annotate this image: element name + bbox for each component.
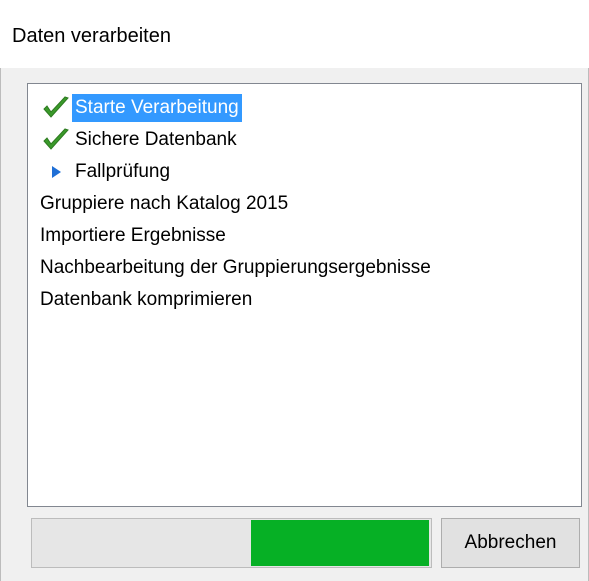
list-item[interactable]: Sichere Datenbank bbox=[40, 124, 240, 156]
progress-bar bbox=[31, 518, 432, 568]
list-item-label: Starte Verarbeitung bbox=[72, 94, 242, 122]
arrow-right-icon bbox=[40, 156, 72, 188]
check-icon bbox=[40, 92, 72, 124]
list-item-label: Gruppiere nach Katalog 2015 bbox=[40, 193, 289, 214]
dialog-window: Daten verarbeiten Starte Verarbeitung Si… bbox=[0, 0, 589, 581]
list-item[interactable]: Gruppiere nach Katalog 2015 bbox=[28, 188, 291, 220]
list-item-label: Datenbank komprimieren bbox=[40, 289, 253, 310]
title-bar: Daten verarbeiten bbox=[0, 0, 589, 68]
list-item-label: Sichere Datenbank bbox=[75, 129, 237, 150]
list-item[interactable]: Importiere Ergebnisse bbox=[28, 220, 229, 252]
cancel-button[interactable]: Abbrechen bbox=[441, 518, 580, 568]
list-item[interactable]: Starte Verarbeitung bbox=[40, 92, 242, 124]
list-item[interactable]: Datenbank komprimieren bbox=[28, 284, 255, 316]
list-item[interactable]: Fallprüfung bbox=[40, 156, 173, 188]
list-item[interactable]: Nachbearbeitung der Gruppierungsergebnis… bbox=[28, 252, 434, 284]
list-item-label: Nachbearbeitung der Gruppierungsergebnis… bbox=[40, 257, 431, 278]
window-title: Daten verarbeiten bbox=[12, 25, 171, 47]
list-item-label: Importiere Ergebnisse bbox=[40, 225, 226, 246]
steps-listbox[interactable]: Starte Verarbeitung Sichere Datenbank Fa… bbox=[27, 83, 582, 507]
progress-fill bbox=[251, 520, 429, 566]
check-icon bbox=[40, 124, 72, 156]
list-item-label: Fallprüfung bbox=[75, 161, 171, 182]
